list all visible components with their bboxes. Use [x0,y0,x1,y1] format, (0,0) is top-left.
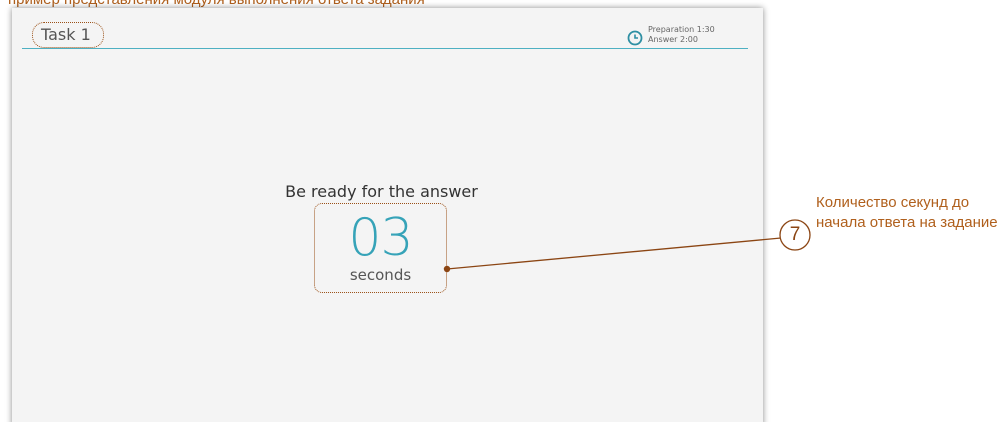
task-title: Task 1 [32,22,104,48]
timer-info: Preparation 1:30 Answer 2:00 [648,25,715,45]
app-window: Task 1 Preparation 1:30 Answer 2:00 Be r… [12,8,763,422]
callout-number: 7 [789,224,801,245]
ready-message: Be ready for the answer [285,182,478,201]
clock-icon [627,30,643,46]
countdown: 03 seconds [314,203,447,293]
countdown-unit: seconds [349,266,412,284]
page: пример представления модуля выполнения о… [0,0,1007,422]
preparation-time: Preparation 1:30 [648,25,715,34]
top-caption: пример представления модуля выполнения о… [8,0,425,8]
callout-text: Количество секунд до начала ответа на за… [816,194,998,231]
answer-time: Answer 2:00 [648,35,698,44]
app-header: Task 1 Preparation 1:30 Answer 2:00 [22,18,748,49]
countdown-number: 03 [348,208,413,268]
